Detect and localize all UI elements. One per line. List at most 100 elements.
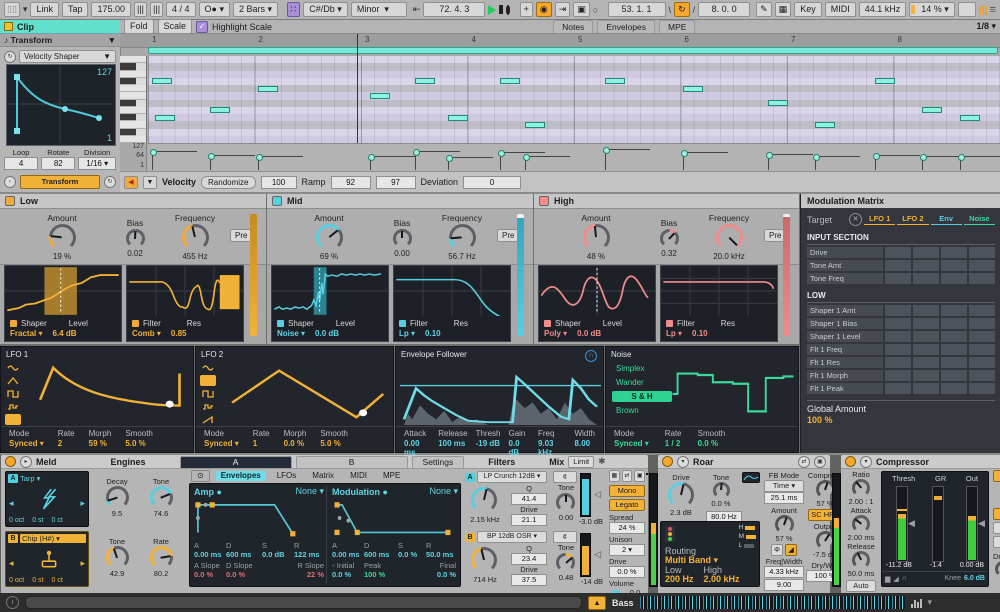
out-value[interactable]: 0.00 dB [960, 562, 984, 569]
chevron-down-icon[interactable]: ▼ [108, 35, 116, 45]
limit-button[interactable]: Limit [568, 456, 594, 468]
band-enable-checkbox[interactable] [272, 196, 282, 206]
transfer-curve-icon[interactable]: ◢ [893, 575, 898, 583]
randomize-amount-field[interactable]: 100 [261, 176, 297, 189]
midi-note[interactable] [210, 107, 230, 113]
filter-type-selector[interactable]: Comb ▾ [132, 329, 161, 338]
noise-type-option[interactable]: Wander [612, 377, 672, 388]
fb-amount-knob[interactable] [775, 515, 794, 534]
play-button[interactable] [488, 5, 496, 15]
matrix-row-label[interactable]: Flt 1 Res [807, 357, 883, 368]
loop-start-field[interactable]: 53. 1. 1 [608, 2, 666, 17]
midi-note[interactable] [605, 78, 625, 84]
matrix-cell[interactable] [969, 370, 995, 381]
midi-note[interactable] [875, 78, 895, 84]
subtab-lfos[interactable]: LFOs [272, 471, 302, 481]
filter-b-drive-field[interactable]: 37.5 [511, 574, 547, 586]
matrix-cell[interactable] [969, 260, 995, 271]
loop-button[interactable]: ↻ [674, 2, 690, 17]
prev-engine-icon[interactable]: ◂ [9, 558, 14, 569]
frequency-knob[interactable] [182, 224, 209, 251]
midi-note[interactable] [922, 107, 942, 113]
velocity-shaper-graph[interactable]: 127 1 [6, 64, 116, 146]
matrix-cell[interactable] [969, 305, 995, 316]
white-key[interactable] [120, 85, 146, 92]
mode-selector[interactable]: Synced ▾ [9, 439, 44, 448]
filter-a-q-field[interactable]: 41.4 [511, 493, 547, 505]
matrix-cell[interactable] [885, 318, 911, 329]
meter-view-icon[interactable] [911, 598, 922, 608]
lfo-waveform[interactable] [222, 359, 390, 423]
filter-a-type-selector[interactable]: LP Crunch 12dB ▾ [477, 471, 547, 483]
fb-time-field[interactable]: 25.1 ms [764, 492, 804, 504]
engine-b-rate-knob[interactable] [150, 546, 173, 569]
matrix-target-column[interactable]: LFO 2 [897, 214, 928, 225]
tempo-field[interactable]: 175.00 [91, 2, 131, 17]
midi-note[interactable] [258, 86, 278, 92]
lfo-shape-selector[interactable] [200, 360, 216, 427]
hotswap-icon[interactable]: ⇄ [622, 470, 633, 482]
info-icon[interactable]: i [6, 596, 19, 609]
white-key[interactable] [120, 136, 146, 143]
midi-note[interactable] [370, 93, 390, 99]
matrix-cell[interactable] [969, 357, 995, 368]
shaper-enable-checkbox[interactable] [10, 320, 17, 327]
knee-value[interactable]: 6.0 dB [964, 575, 985, 582]
morph-value[interactable]: 0.0 % [284, 439, 307, 448]
matrix-row-label[interactable]: Drive [807, 247, 883, 258]
random-shape-icon[interactable] [200, 401, 216, 412]
shaper-display[interactable]: Shaper Level Fractal ▾ 6.4 dB [4, 265, 122, 342]
matrix-cell[interactable] [941, 383, 967, 394]
punch-in-icon[interactable]: \ [669, 5, 672, 15]
scale-root-selector[interactable]: C#/Db ▾ [303, 2, 348, 17]
bar-ruler[interactable]: 12345678 [120, 34, 1000, 48]
release-knob[interactable] [852, 551, 870, 569]
res-value[interactable]: 0.85 [171, 329, 187, 338]
matrix-cell[interactable] [969, 331, 995, 342]
amp-route-selector[interactable]: None ▾ [295, 486, 324, 497]
matrix-cell[interactable] [913, 260, 939, 271]
black-key[interactable] [120, 129, 136, 136]
transform-tool-selector[interactable]: Velocity Shaper▼ [19, 50, 116, 63]
sidechain-listen-icon[interactable]: ∩ [902, 575, 907, 582]
transform-auto-icon[interactable]: ▫ [4, 176, 16, 188]
matrix-cell[interactable] [885, 305, 911, 316]
matrix-row-label[interactable]: Shaper 1 Bias [807, 318, 883, 329]
fold-icon[interactable]: ▾ [677, 456, 689, 468]
show-display-icon[interactable]: ⊙ [191, 470, 210, 482]
level-value[interactable]: 6.4 dB [52, 329, 76, 338]
matrix-row-label[interactable]: Tone Freq [807, 273, 883, 284]
matrix-row-label[interactable]: Flt 1 Morph [807, 370, 883, 381]
draw-mode-icon[interactable]: ✎ [756, 2, 772, 17]
randomize-button[interactable]: Randomize [201, 176, 255, 189]
loop-marker-icon[interactable]: ○ [593, 5, 598, 15]
filter-enable-checkbox[interactable] [666, 320, 673, 327]
mode-selector[interactable]: Synced ▾ [204, 439, 239, 448]
noise-type-option[interactable]: Simplex [612, 363, 672, 374]
filter-b-q-field[interactable]: 23.4 [511, 553, 547, 565]
device-on-toggle[interactable] [845, 456, 856, 467]
env-follower-param[interactable]: Release100 ms [438, 429, 467, 450]
env-follower-param[interactable]: Gain0.0 dB [508, 429, 529, 450]
note-grid[interactable] [148, 56, 1000, 143]
matrix-cell[interactable] [969, 344, 995, 355]
fold-icon[interactable]: ▸ [20, 456, 32, 468]
save-icon[interactable]: ▣ [634, 470, 645, 482]
mix-a-slider-handle[interactable]: ◁ [594, 489, 601, 500]
env-follower-param[interactable]: Width8.00 [575, 429, 595, 450]
lfo-shape-selector[interactable] [5, 360, 21, 427]
matrix-cell[interactable] [941, 318, 967, 329]
matrix-cell[interactable] [941, 370, 967, 381]
triangle-shape-icon[interactable] [5, 375, 21, 386]
shaper-display[interactable]: ShaperLevel Poly ▾ 0.0 dB [538, 265, 656, 342]
ramp-out-field[interactable]: 97 [376, 176, 416, 189]
black-key[interactable] [120, 63, 136, 70]
save-icon[interactable]: ▣ [814, 456, 826, 468]
matrix-cell[interactable] [913, 247, 939, 258]
matrix-cell[interactable] [885, 247, 911, 258]
refresh-icon[interactable]: ↻ [4, 51, 16, 63]
midi-note[interactable] [768, 100, 788, 106]
matrix-cell[interactable] [885, 357, 911, 368]
transform-apply-button[interactable]: Transform [20, 175, 100, 189]
nudge-up-icon[interactable]: ||| [150, 2, 163, 17]
